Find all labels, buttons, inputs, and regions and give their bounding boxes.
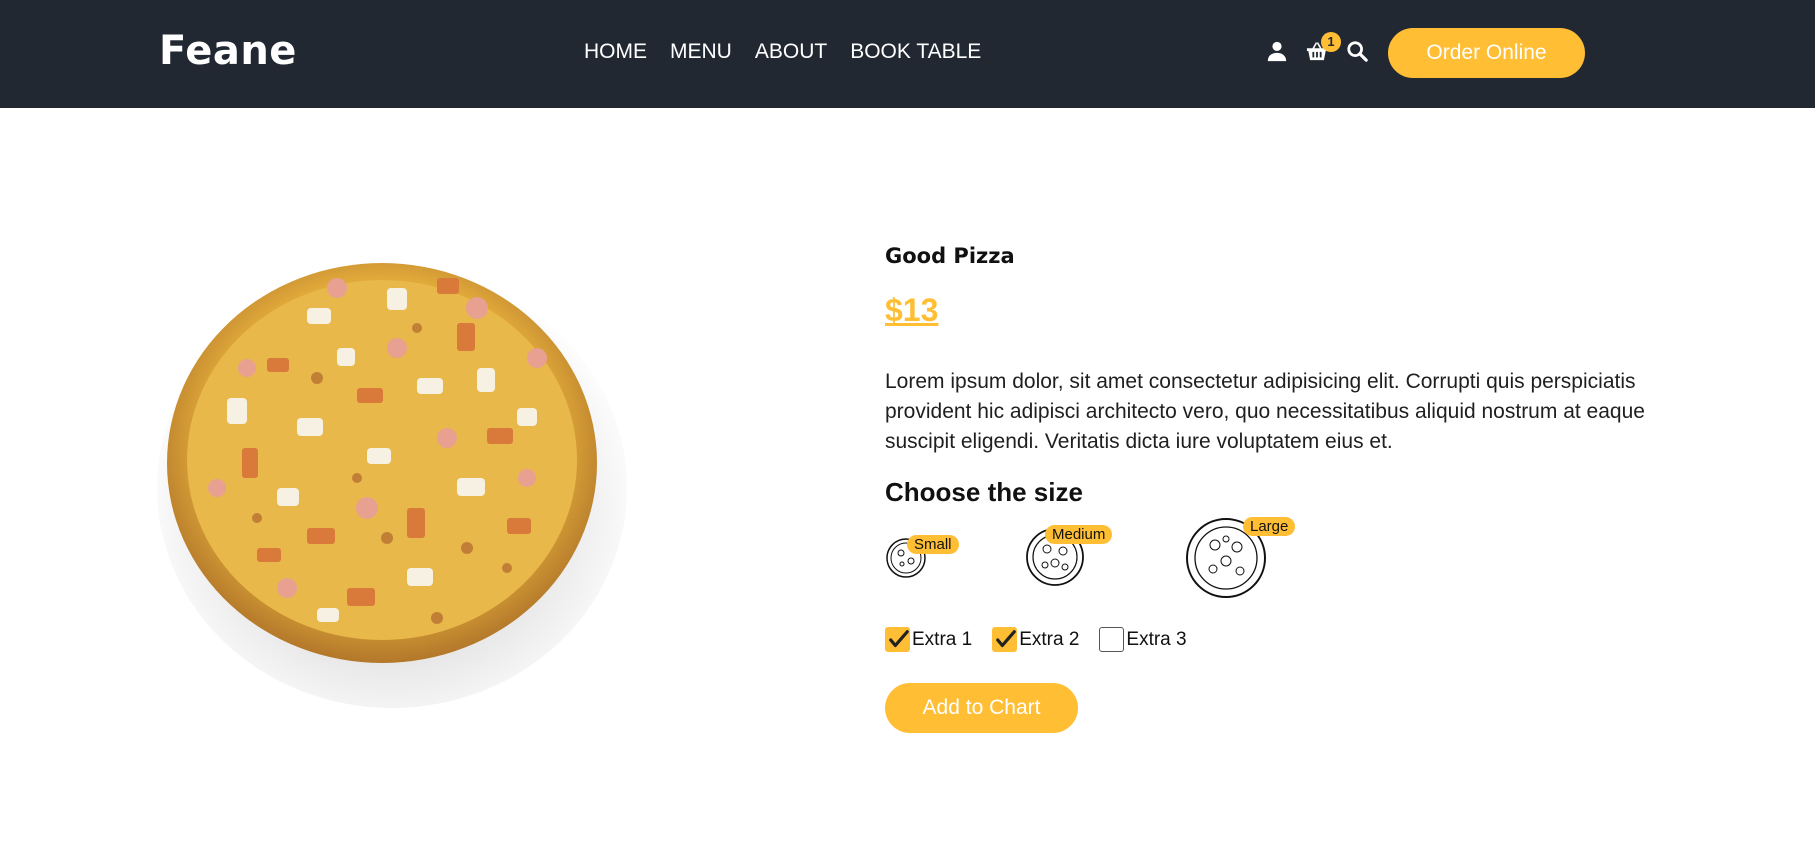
cart-count-badge: 1	[1321, 32, 1341, 52]
shopping-basket-icon[interactable]: 1	[1306, 32, 1341, 64]
extra-3-checkbox[interactable]	[1099, 627, 1125, 652]
nav-home[interactable]: HOME	[584, 40, 647, 64]
nav-about[interactable]: ABOUT	[755, 40, 827, 64]
search-icon[interactable]	[1346, 40, 1368, 64]
extra-option-1[interactable]: Extra 1	[885, 627, 972, 652]
main-nav: HOME MENU ABOUT BOOK TABLE	[584, 40, 981, 64]
size-label-large: Large	[1243, 517, 1296, 536]
extra-2-checkbox[interactable]	[992, 627, 1018, 652]
size-option-medium[interactable]: Medium	[1025, 525, 1113, 587]
extra-3-label: Extra 3	[1126, 628, 1187, 650]
extra-1-checkbox[interactable]	[885, 627, 910, 652]
product-name: Good Pizza	[885, 244, 1015, 268]
order-online-button[interactable]: Order Online	[1388, 28, 1585, 78]
extra-1-label: Extra 1	[912, 628, 973, 650]
pizza-image	[157, 228, 627, 710]
size-label-small: Small	[907, 535, 959, 554]
check-icon	[996, 630, 1017, 648]
size-option-small[interactable]: Small	[885, 535, 959, 579]
size-label-medium: Medium	[1045, 525, 1113, 544]
size-options: Small Medium Large	[885, 515, 1385, 605]
add-to-cart-button[interactable]: Add to Chart	[885, 683, 1078, 733]
product-price: $13	[885, 292, 939, 328]
extra-option-3[interactable]: Extra 3	[1099, 627, 1187, 652]
extra-option-2[interactable]: Extra 2	[992, 627, 1079, 652]
user-icon[interactable]	[1266, 40, 1288, 64]
nav-book-table[interactable]: BOOK TABLE	[850, 40, 981, 64]
product-details: Good Pizza $13 Lorem ipsum dolor, sit am…	[885, 244, 1665, 508]
header-icons: 1	[1266, 32, 1368, 64]
site-logo[interactable]: Feane	[159, 28, 297, 74]
product-description: Lorem ipsum dolor, sit amet consectetur …	[885, 370, 1645, 453]
size-option-large[interactable]: Large	[1185, 517, 1296, 599]
extra-2-label: Extra 2	[1019, 628, 1080, 650]
check-icon	[889, 630, 909, 648]
nav-menu[interactable]: MENU	[670, 40, 732, 64]
site-header: Feane HOME MENU ABOUT BOOK TABLE 1 Order…	[0, 0, 1815, 108]
size-title: Choose the size	[885, 477, 1083, 507]
extras-options: Extra 1 Extra 2 Extra 3	[885, 627, 1187, 652]
